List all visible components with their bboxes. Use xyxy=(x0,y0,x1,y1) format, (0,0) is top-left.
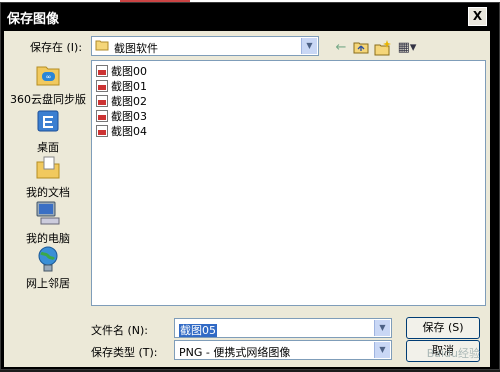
place-label: 网上邻居 xyxy=(26,277,70,290)
places-bar: ∞ 360云盘同步版 桌面 我的文档 我的电脑 网上邻居 xyxy=(8,61,88,297)
dialog-body: 保存在 (I): 截图软件 ▼ ← ▦▾ ∞ 360云盘同步版 桌面 我的文档 … xyxy=(4,31,490,367)
save-in-value: 截图软件 xyxy=(114,42,158,55)
filename-input[interactable]: 截图05 ▼ xyxy=(174,318,392,338)
title-bar[interactable]: 保存图像 X xyxy=(1,3,499,31)
save-in-label: 保存在 (I): xyxy=(30,41,83,54)
network-icon xyxy=(33,245,63,273)
filetype-label: 保存类型 (T): xyxy=(91,346,158,359)
list-item[interactable]: 截图02 xyxy=(96,93,147,108)
list-item[interactable]: 截图00 xyxy=(96,63,147,78)
place-360-cloud[interactable]: ∞ 360云盘同步版 xyxy=(8,61,88,107)
place-label: 桌面 xyxy=(37,141,59,154)
chevron-down-icon[interactable]: ▼ xyxy=(301,38,317,54)
image-file-icon xyxy=(96,109,108,122)
file-name: 截图03 xyxy=(111,109,147,123)
save-in-combo[interactable]: 截图软件 ▼ xyxy=(91,36,319,56)
file-name: 截图04 xyxy=(111,124,147,138)
list-item[interactable]: 截图04 xyxy=(96,123,147,138)
back-arrow-icon[interactable]: ← xyxy=(334,40,348,56)
place-label: 我的电脑 xyxy=(26,232,70,245)
save-image-dialog: 保存图像 X 保存在 (I): 截图软件 ▼ ← ▦▾ ∞ 360云盘同步版 桌… xyxy=(0,2,500,370)
desktop-icon xyxy=(33,109,63,137)
views-menu-icon[interactable]: ▦▾ xyxy=(397,40,417,56)
filename-value: 截图05 xyxy=(179,324,217,337)
file-name: 截图00 xyxy=(111,64,147,78)
filename-label: 文件名 (N): xyxy=(91,324,149,337)
file-name: 截图02 xyxy=(111,94,147,108)
folder-icon xyxy=(95,39,109,54)
list-item[interactable]: 截图03 xyxy=(96,108,147,123)
place-label: 360云盘同步版 xyxy=(10,93,86,106)
image-file-icon xyxy=(96,64,108,77)
image-file-icon xyxy=(96,94,108,107)
image-file-icon xyxy=(96,124,108,137)
my-documents-icon xyxy=(33,154,63,182)
filetype-value: PNG - 便携式网络图像 xyxy=(179,346,291,359)
filetype-select[interactable]: PNG - 便携式网络图像 ▼ xyxy=(174,340,392,360)
cloud-sync-icon: ∞ xyxy=(33,61,63,89)
up-folder-icon[interactable] xyxy=(353,40,369,56)
chevron-down-icon[interactable]: ▼ xyxy=(374,342,390,358)
save-button[interactable]: 保存 (S) xyxy=(406,317,480,339)
svg-text:∞: ∞ xyxy=(46,73,52,81)
dialog-title: 保存图像 xyxy=(7,12,60,27)
close-button[interactable]: X xyxy=(468,7,487,26)
list-item[interactable]: 截图01 xyxy=(96,78,147,93)
file-list[interactable]: 截图00 截图01 截图02 截图03 截图04 xyxy=(91,60,486,306)
place-desktop[interactable]: 桌面 xyxy=(8,109,88,155)
image-file-icon xyxy=(96,79,108,92)
new-folder-icon[interactable] xyxy=(374,40,392,56)
place-network[interactable]: 网上邻居 xyxy=(8,245,88,291)
chevron-down-icon[interactable]: ▼ xyxy=(374,320,390,336)
file-name: 截图01 xyxy=(111,79,147,93)
place-my-documents[interactable]: 我的文档 xyxy=(8,154,88,200)
my-computer-icon xyxy=(33,200,63,228)
place-label: 我的文档 xyxy=(26,186,70,199)
watermark: Baidu经验 xyxy=(426,347,480,360)
place-my-computer[interactable]: 我的电脑 xyxy=(8,200,88,246)
